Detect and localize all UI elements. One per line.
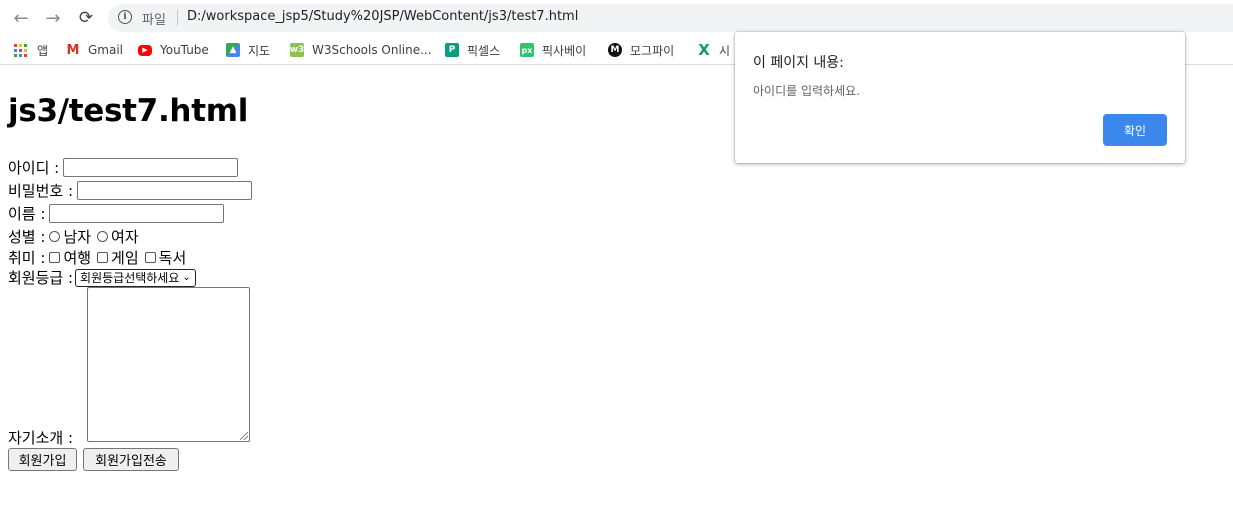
alert-dialog: 이 페이지 내용: 아이디를 입력하세요. 확인 — [735, 32, 1185, 163]
reload-icon[interactable]: ⟳ — [75, 7, 97, 29]
password-label: 비밀번호 : — [8, 182, 74, 200]
id-input[interactable] — [63, 158, 239, 177]
bookmark-pixabay[interactable]: px 픽사베이 — [520, 41, 586, 59]
bookmark-pexels[interactable]: P 픽셀스 — [445, 41, 500, 59]
hobby-label: 취미 : — [8, 249, 46, 267]
bookmark-gmail[interactable]: M Gmail — [66, 41, 123, 59]
hobby-game-label: 게임 — [111, 249, 139, 267]
chevron-down-icon: ⌄ — [182, 272, 191, 283]
bookmark-label: 앱 — [37, 43, 49, 58]
apps-grid-icon — [14, 43, 27, 57]
gender-male-radio[interactable] — [49, 231, 61, 242]
grade-label: 회원등급 : — [8, 269, 74, 287]
id-label: 아이디 : — [8, 159, 60, 177]
address-bar[interactable]: i 파일 D:/workspace_jsp5/Study%20JSP/WebCo… — [108, 4, 1233, 32]
dialog-message: 아이디를 입력하세요. — [753, 84, 860, 98]
intro-row: 자기소개 : — [8, 427, 73, 448]
name-label: 이름 : — [8, 205, 46, 223]
info-icon[interactable]: i — [118, 10, 132, 24]
bookmark-maps[interactable]: ▲ 지도 — [226, 41, 270, 59]
password-row: 비밀번호 : — [8, 180, 253, 201]
mogfi-icon: M — [608, 43, 622, 57]
bookmark-x[interactable]: X 시 — [697, 41, 730, 59]
gender-row: 성별 : 남자 여자 — [8, 226, 139, 247]
bookmark-label: W3Schools Online... — [312, 43, 432, 57]
bookmark-mogfi[interactable]: M 모그파이 — [608, 41, 674, 59]
hobby-reading-checkbox[interactable] — [144, 252, 156, 263]
bookmark-w3schools[interactable]: w3 W3Schools Online... — [290, 41, 432, 59]
hobby-travel-label: 여행 — [63, 249, 92, 267]
bookmark-apps[interactable]: 앱 — [14, 41, 48, 59]
gender-label: 성별 : — [8, 228, 46, 246]
bookmark-label: 모그파이 — [630, 43, 675, 58]
id-row: 아이디 : — [8, 157, 239, 178]
resize-handle-icon[interactable] — [240, 432, 248, 440]
dialog-title: 이 페이지 내용: — [753, 55, 844, 71]
gmail-icon: M — [66, 42, 80, 58]
grade-selected-value: 회원등급선택하세요 — [80, 271, 180, 285]
name-input[interactable] — [49, 204, 225, 223]
hobby-row: 취미 : 여행 게임 독서 — [8, 247, 186, 268]
bookmark-label: 픽사베이 — [542, 43, 587, 58]
ok-button[interactable]: 확인 — [1103, 114, 1167, 146]
back-arrow-icon[interactable]: ← — [10, 7, 32, 29]
pixabay-icon: px — [520, 43, 534, 57]
bookmark-youtube[interactable]: ▶ YouTube — [138, 41, 209, 59]
x-icon: X — [698, 41, 710, 59]
grade-select[interactable]: 회원등급선택하세요 ⌄ — [75, 268, 196, 287]
gender-female-label: 여자 — [111, 228, 139, 246]
gender-female-radio[interactable] — [97, 231, 109, 242]
browser-toolbar: ← → ⟳ i 파일 D:/workspace_jsp5/Study%20JSP… — [0, 0, 1233, 36]
grade-row: 회원등급 : 회원등급선택하세요 ⌄ — [8, 267, 196, 288]
intro-label: 자기소개 : — [8, 429, 74, 447]
password-input[interactable] — [77, 181, 253, 200]
scheme-label: 파일 — [142, 13, 166, 28]
bookmark-label: YouTube — [160, 43, 209, 57]
join-send-button[interactable]: 회원가입전송 — [83, 448, 179, 471]
bookmark-label: 픽셀스 — [467, 43, 501, 58]
name-row: 이름 : — [8, 203, 225, 224]
youtube-icon: ▶ — [138, 44, 152, 56]
maps-icon: ▲ — [226, 43, 240, 57]
url-text[interactable]: D:/workspace_jsp5/Study%20JSP/WebContent… — [187, 9, 578, 24]
intro-textarea[interactable] — [87, 287, 250, 442]
page-heading: js3/test7.html — [8, 93, 249, 129]
hobby-travel-checkbox[interactable] — [49, 252, 61, 263]
bookmark-label: 지도 — [248, 43, 271, 58]
pexels-icon: P — [445, 43, 459, 57]
hobby-game-checkbox[interactable] — [97, 252, 109, 263]
divider — [177, 10, 178, 26]
w3schools-icon: w3 — [289, 43, 305, 57]
forward-arrow-icon[interactable]: → — [42, 7, 64, 29]
bookmark-label: Gmail — [88, 43, 124, 57]
gender-male-label: 남자 — [63, 228, 92, 246]
hobby-reading-label: 독서 — [158, 249, 187, 267]
bookmark-label: 시 — [719, 43, 731, 58]
join-button[interactable]: 회원가입 — [8, 448, 77, 471]
